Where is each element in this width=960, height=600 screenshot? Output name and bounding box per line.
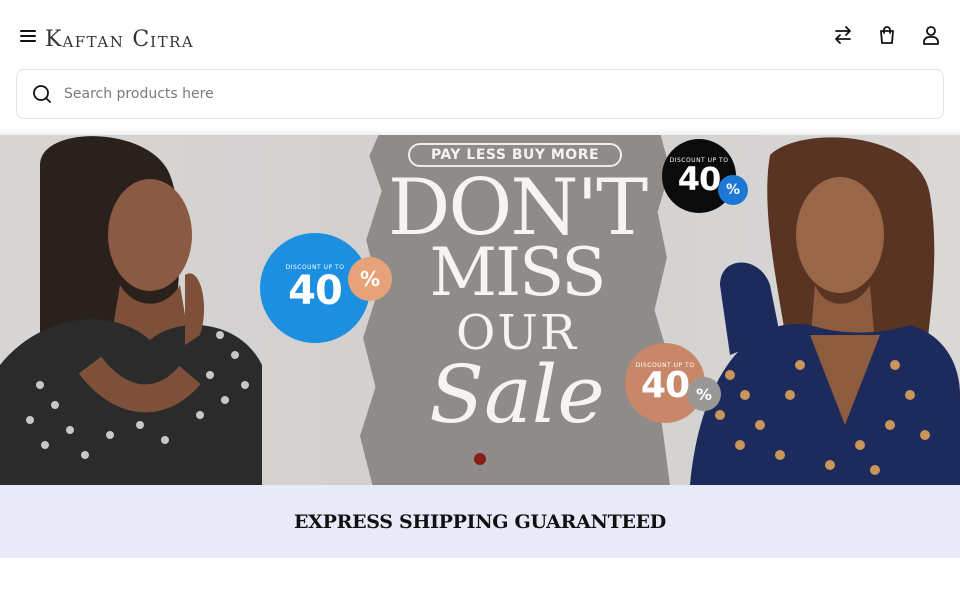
menu-icon[interactable] xyxy=(18,26,38,46)
logo-letter-k: K xyxy=(45,27,63,52)
search-input[interactable] xyxy=(64,86,904,102)
hero-banner[interactable]: PAY LESS BUY MORE DON'T MISS OUR Sale Di… xyxy=(0,135,960,485)
site-logo[interactable]: K aftan C itra xyxy=(45,22,194,52)
header: K aftan C itra xyxy=(0,0,960,70)
search-bar xyxy=(16,69,944,119)
discount-badge-black: Discount up to 40 % xyxy=(662,139,748,213)
badge-value: 40 xyxy=(640,364,690,406)
sale-headline: DON'T MISS OUR Sale xyxy=(372,169,662,435)
logo-word-aftan: aftan xyxy=(62,33,125,51)
badge-value: 40 xyxy=(677,159,722,198)
headline-line-4: Sale xyxy=(429,348,605,441)
badge-value: 40 xyxy=(288,267,343,314)
header-actions xyxy=(832,24,942,46)
discount-badge-brown: Discount up to 40 % xyxy=(625,343,721,423)
discount-badge-blue: Discount up to 40 % xyxy=(260,233,392,343)
carousel-dots xyxy=(474,453,486,465)
logo-letter-c: C xyxy=(132,27,151,52)
badge-percent: % xyxy=(718,175,748,205)
model-left-image xyxy=(0,136,262,485)
search-icon[interactable] xyxy=(30,82,54,106)
compare-icon[interactable] xyxy=(832,24,854,46)
user-icon[interactable] xyxy=(920,24,942,46)
header-divider xyxy=(0,128,960,135)
badge-percent: % xyxy=(348,257,392,301)
shopping-bag-icon[interactable] xyxy=(876,24,898,46)
carousel-dot-1[interactable] xyxy=(474,453,486,465)
logo-word-itra: itra xyxy=(150,33,195,51)
shipping-text: EXPRESS SHIPPING GUARANTEED xyxy=(294,510,666,533)
badge-percent: % xyxy=(687,377,721,411)
shipping-banner: EXPRESS SHIPPING GUARANTEED xyxy=(0,485,960,558)
